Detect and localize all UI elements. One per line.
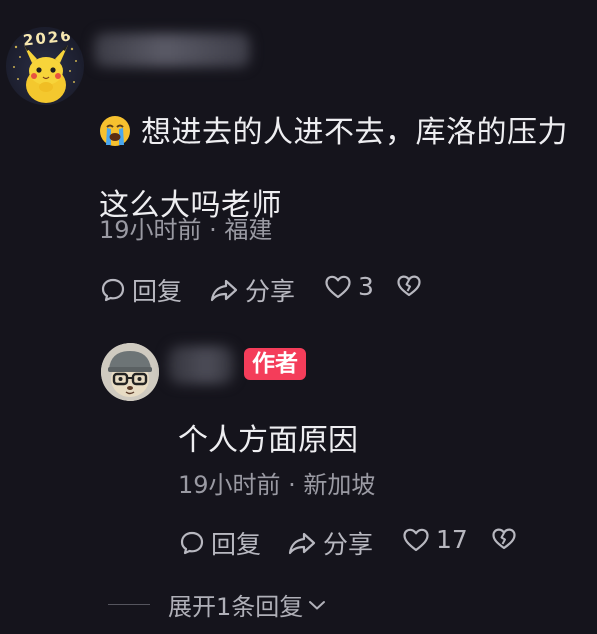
share-arrow-icon [288,532,316,555]
chevron-down-icon [309,600,326,609]
author-username-blurred[interactable] [168,346,234,384]
reply-label: 回复 [211,530,262,559]
reply-label: 回复 [132,277,183,306]
commenter-avatar[interactable]: 2026 [6,27,84,105]
author-avatar[interactable] [101,343,159,401]
broken-heart-icon [492,528,516,550]
commenter-username-blurred[interactable] [94,33,250,67]
share-label: 分享 [323,530,374,559]
author-badge: 作者 [244,348,306,380]
expand-replies-label: 展开1条回复 [168,593,304,621]
speech-bubble-icon [101,278,125,302]
expand-divider-line [108,604,150,605]
expand-replies-button[interactable]: 展开1条回复 [108,587,327,622]
share-label: 分享 [245,277,296,306]
comment-like-button[interactable]: 3 [324,272,374,301]
heart-outline-icon [325,275,351,298]
broken-heart-icon [397,275,421,297]
comment-dislike-button[interactable] [396,274,422,298]
reply-dislike-button[interactable] [491,527,517,551]
comment-reply-button[interactable]: 回复 [100,272,182,308]
share-arrow-icon [210,279,238,302]
comment-share-button[interactable]: 分享 [209,272,295,308]
comment-meta: 19小时前 · 福建 [99,216,273,244]
speech-bubble-icon [180,531,204,555]
heart-outline-icon [403,528,429,551]
reply-text: 个人方面原因 [178,423,358,458]
loudly-crying-face-emoji [100,116,130,146]
reply-like-button[interactable]: 17 [402,525,468,554]
reply-reply-button[interactable]: 回复 [179,525,261,561]
reply-share-button[interactable]: 分享 [287,525,373,561]
like-count: 17 [436,525,468,554]
like-count: 3 [358,272,374,301]
comment-text: 想进去的人进不去，库洛的压力这么大吗老师 [99,115,568,223]
reply-meta: 19小时前 · 新加坡 [178,471,376,499]
author-avatar-illustration [101,343,159,401]
